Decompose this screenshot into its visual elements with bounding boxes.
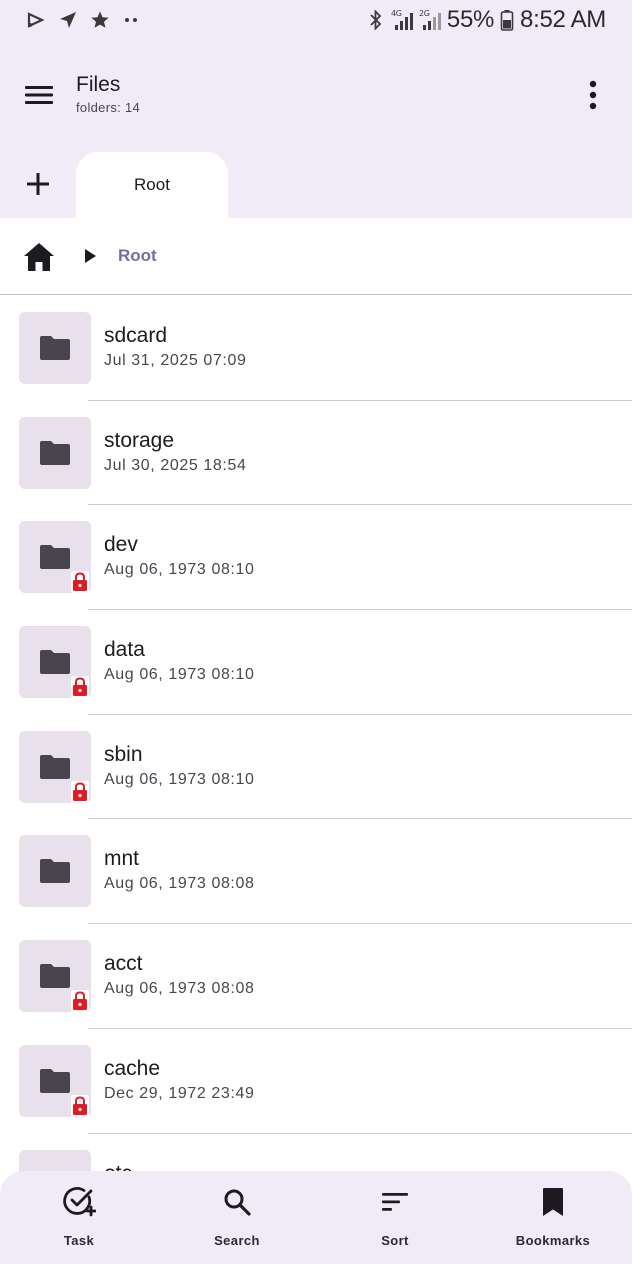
file-name: cache — [104, 1056, 161, 1080]
folder-thumbnail — [19, 940, 91, 1013]
file-date: Aug 06, 1973 08:10 — [104, 666, 255, 684]
list-item[interactable]: data Aug 06, 1973 08:10 — [0, 610, 632, 715]
home-icon — [24, 243, 54, 271]
breadcrumb: Root — [0, 218, 632, 295]
search-icon — [220, 1185, 254, 1219]
lock-icon — [71, 571, 89, 594]
lock-icon — [71, 1094, 89, 1117]
list-item[interactable]: sbin Aug 06, 1973 08:10 — [0, 715, 632, 820]
file-name: storage — [104, 428, 175, 452]
title-block: Files folders: 14 — [76, 73, 140, 115]
file-date: Jul 30, 2025 18:54 — [104, 456, 247, 474]
folder-icon — [40, 859, 70, 884]
plus-icon — [27, 173, 49, 195]
nav-label: Sort — [381, 1233, 409, 1248]
more-vert-icon — [589, 80, 597, 110]
clock: 8:52 AM — [520, 6, 606, 33]
signal-4g-label: 4G — [391, 9, 402, 18]
lock-icon — [71, 990, 89, 1013]
overflow-menu-button[interactable] — [574, 76, 612, 114]
list-item[interactable]: storage Jul 30, 2025 18:54 — [0, 401, 632, 506]
bottom-navigation: Task Search Sort Bookmarks — [0, 1171, 632, 1264]
star-icon — [90, 10, 110, 30]
list-item[interactable]: mnt Aug 06, 1973 08:08 — [0, 819, 632, 925]
lock-icon — [71, 780, 89, 803]
app-bar: Files folders: 14 — [0, 40, 632, 150]
file-name: sdcard — [104, 324, 168, 347]
navigation-menu-button[interactable] — [20, 76, 58, 114]
files-screen: 4G 2G 55% 8:52 AM Files folders: 14 Root… — [0, 0, 632, 1264]
folder-thumbnail — [19, 730, 91, 803]
lock-icon — [71, 676, 89, 699]
folder-icon — [40, 1068, 70, 1093]
breadcrumb-arrow-icon — [83, 248, 97, 269]
tab-root[interactable]: Root — [76, 152, 228, 218]
nav-task-button[interactable]: Task — [0, 1171, 158, 1264]
nav-label: Task — [63, 1233, 95, 1248]
file-date: Aug 06, 1973 08:08 — [104, 980, 255, 998]
folder-thumbnail — [19, 521, 91, 594]
file-date: Aug 06, 1973 08:10 — [104, 561, 255, 579]
nav-bookmarks-button[interactable]: Bookmarks — [474, 1171, 632, 1264]
status-system-icons: 4G 2G 55% 8:52 AM — [367, 6, 606, 34]
home-button[interactable] — [20, 238, 58, 276]
folder-thumbnail — [19, 416, 91, 489]
folder-thumbnail — [19, 1044, 91, 1117]
folder-icon — [40, 650, 70, 675]
folder-icon — [40, 545, 70, 570]
file-name: sbin — [104, 742, 143, 766]
cast-icon — [26, 10, 46, 30]
file-name: dev — [104, 533, 138, 557]
list-item[interactable]: cache Dec 29, 1972 23:49 — [0, 1029, 632, 1134]
list-item[interactable]: sdcard Jul 31, 2025 07:09 — [0, 296, 632, 401]
battery-percent: 55% — [446, 6, 495, 33]
folder-thumbnail — [19, 626, 91, 699]
folder-icon — [40, 754, 70, 779]
breadcrumb-root[interactable]: Root — [118, 246, 157, 266]
file-date: Aug 06, 1973 08:10 — [104, 770, 255, 788]
status-bar: 4G 2G 55% 8:52 AM — [0, 0, 632, 40]
folder-count: folders: 14 — [76, 100, 141, 115]
folder-thumbnail — [19, 835, 91, 908]
nav-label: Bookmarks — [515, 1233, 591, 1248]
hamburger-menu-icon — [25, 86, 53, 104]
svg-text:2G: 2G — [419, 9, 430, 18]
nav-search-button[interactable]: Search — [158, 1171, 316, 1264]
add-tab-button[interactable] — [20, 166, 56, 202]
nav-sort-button[interactable]: Sort — [316, 1171, 474, 1264]
page-title: Files — [76, 73, 121, 96]
signal-4g-icon: 4G — [391, 8, 413, 32]
bookmark-icon — [536, 1185, 570, 1219]
file-name: mnt — [104, 847, 140, 871]
sort-icon — [378, 1185, 412, 1219]
list-item[interactable]: acct Aug 06, 1973 08:08 — [0, 924, 632, 1029]
file-date: Dec 29, 1972 23:49 — [104, 1084, 255, 1102]
folder-thumbnail — [19, 312, 91, 384]
file-date: Aug 06, 1973 08:08 — [104, 875, 255, 893]
tab-label: Root — [134, 175, 170, 194]
file-name: acct — [104, 952, 143, 976]
folder-icon — [40, 964, 70, 989]
task-check-icon — [62, 1185, 96, 1219]
more-notifications-icon — [122, 10, 140, 30]
navigation-icon — [58, 10, 78, 30]
status-notification-icons — [26, 10, 140, 30]
folder-icon — [40, 336, 70, 360]
folder-icon — [40, 440, 70, 465]
file-list: sdcard Jul 31, 2025 07:09 storage Jul 30… — [0, 296, 632, 1238]
file-name: data — [104, 638, 145, 662]
file-date: Jul 31, 2025 07:09 — [104, 352, 247, 369]
list-item[interactable]: dev Aug 06, 1973 08:10 — [0, 505, 632, 611]
tabs-row: Root — [0, 150, 632, 218]
nav-label: Search — [214, 1233, 260, 1248]
signal-2g-icon: 2G — [419, 8, 441, 32]
battery-icon — [500, 8, 514, 32]
bluetooth-icon — [367, 8, 385, 32]
